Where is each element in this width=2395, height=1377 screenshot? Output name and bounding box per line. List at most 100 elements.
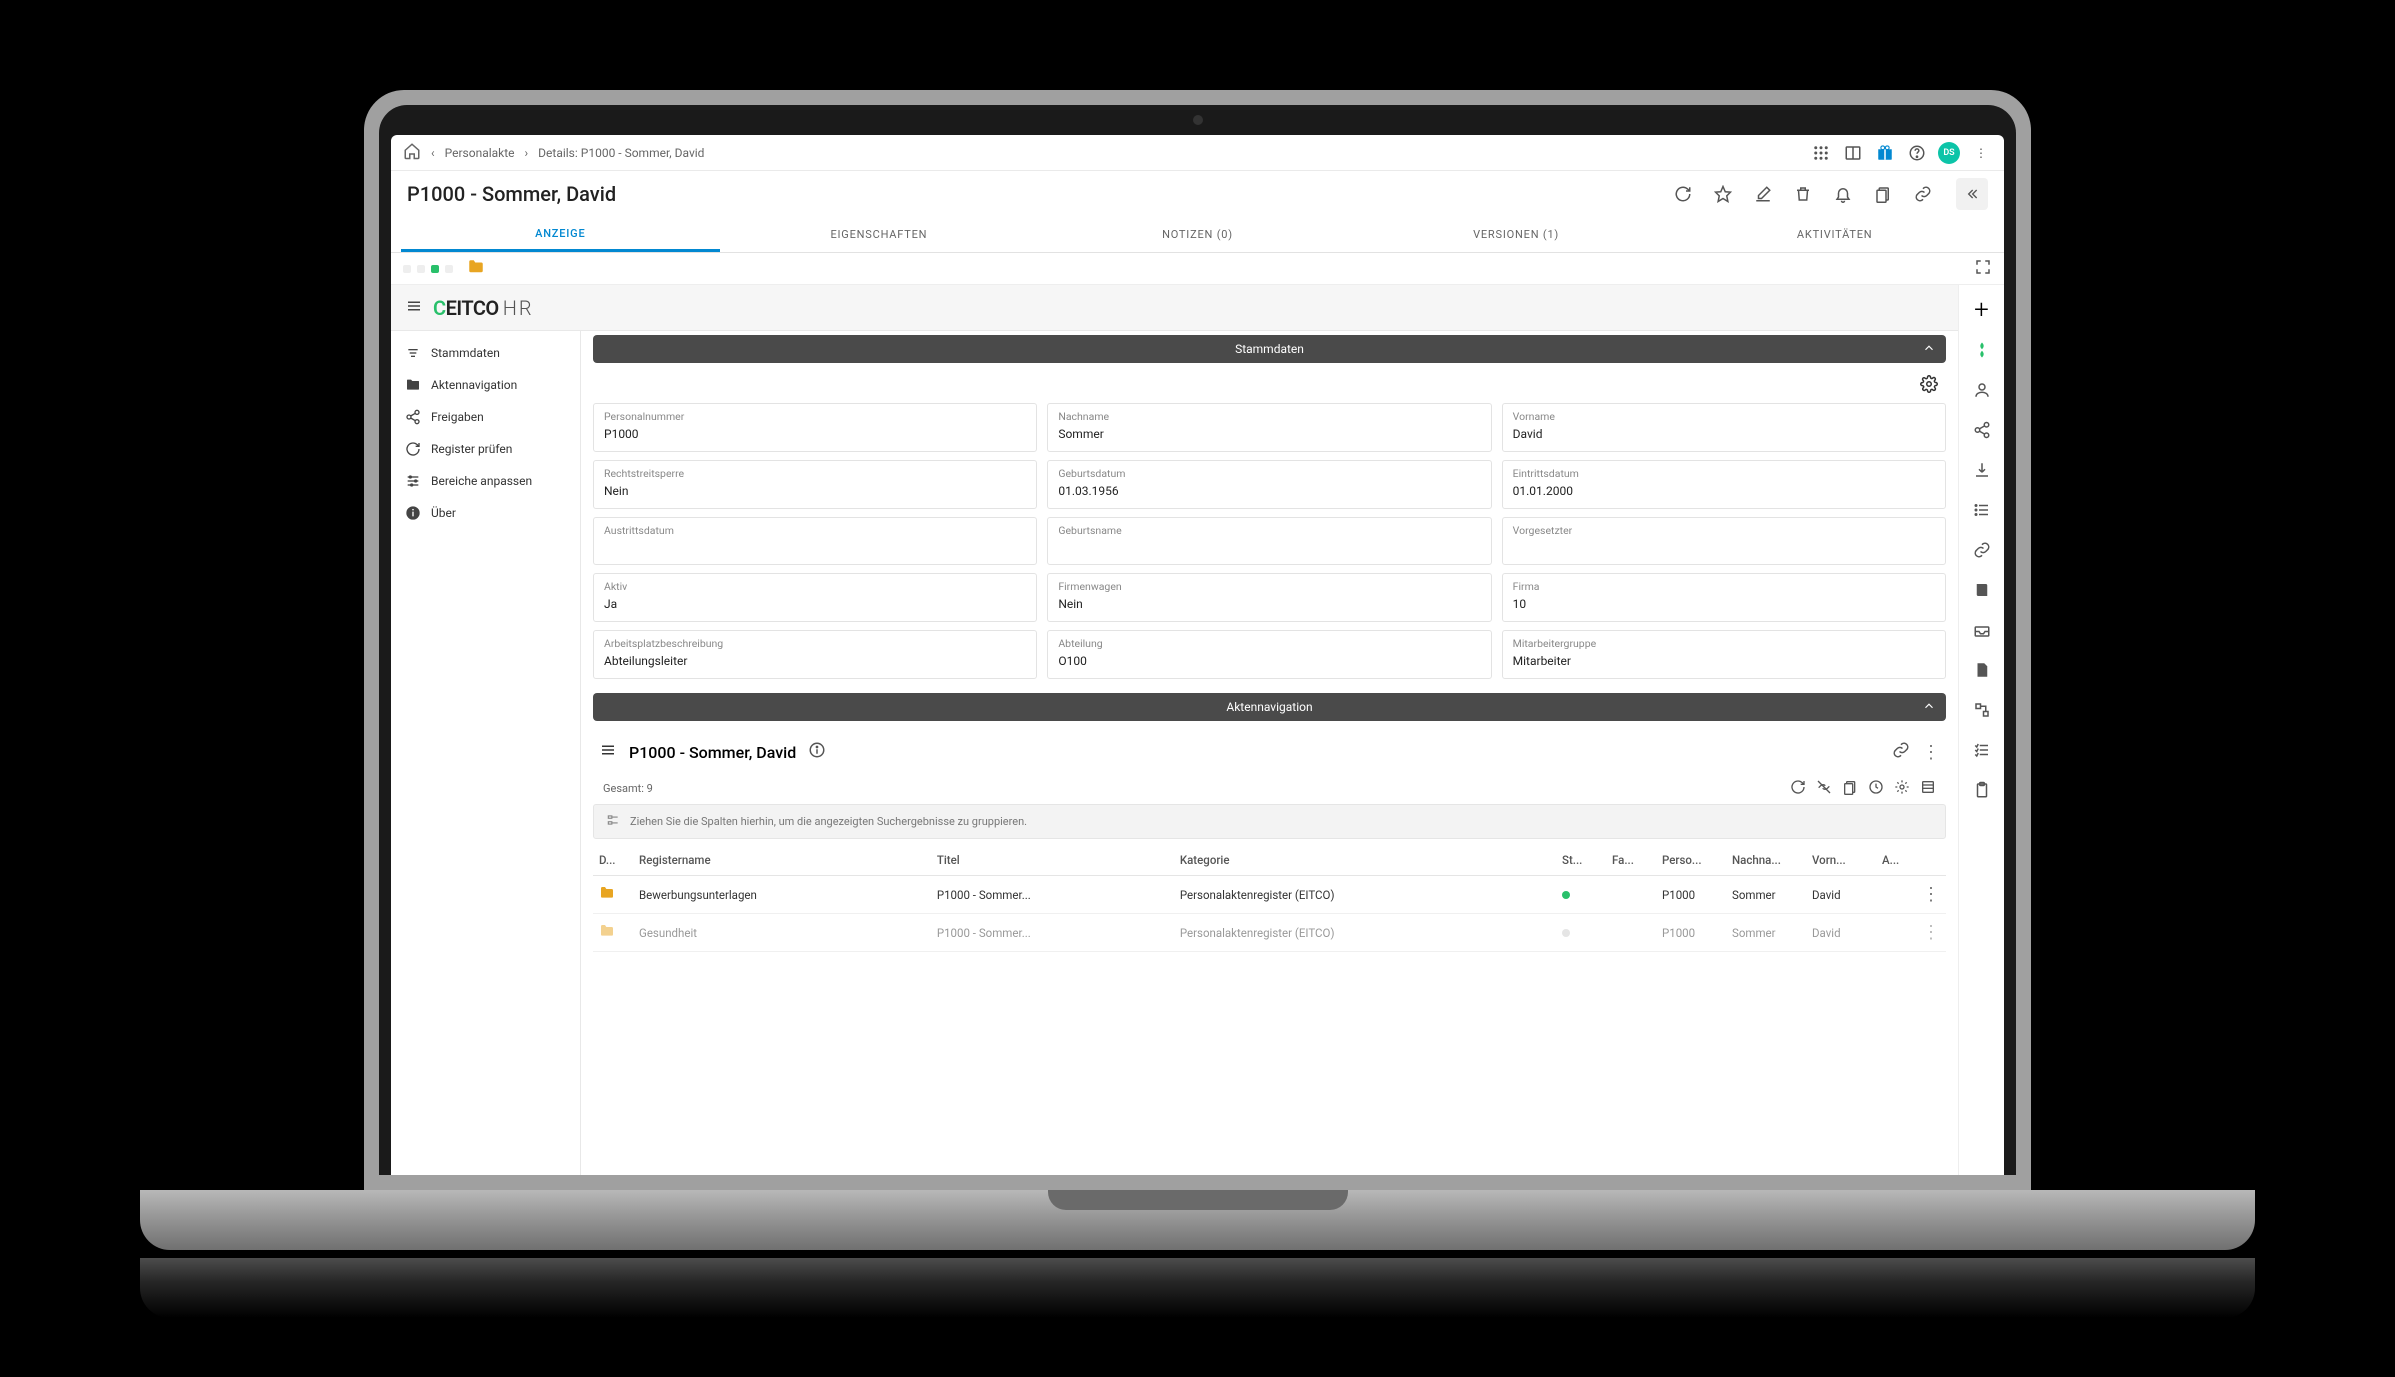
col-header[interactable]: Titel — [931, 845, 1174, 876]
status-dot — [417, 265, 425, 273]
cell-registername: Gesundheit — [633, 914, 931, 952]
chevron-up-icon — [1922, 699, 1936, 716]
breadcrumb-item-2: Details: P1000 - Sommer, David — [538, 146, 704, 160]
link-icon[interactable] — [1910, 181, 1936, 207]
user-avatar[interactable]: DS — [1938, 142, 1960, 164]
status-dot — [1562, 929, 1570, 937]
cell-vorname: David — [1806, 914, 1876, 952]
gear-icon[interactable] — [1894, 779, 1910, 798]
status-dot — [403, 265, 411, 273]
field-aktiv: AktivJa — [593, 573, 1037, 622]
workflow-icon[interactable] — [1971, 699, 1993, 721]
nav-register-pruefen[interactable]: Register prüfen — [391, 433, 580, 465]
checklist-icon[interactable] — [1971, 739, 1993, 761]
delete-icon[interactable] — [1790, 181, 1816, 207]
breadcrumb-item-1[interactable]: Personalakte — [445, 146, 515, 160]
col-header[interactable]: St... — [1556, 845, 1606, 876]
row-more-icon[interactable]: ⋮ — [1922, 922, 1940, 943]
nav-freigaben[interactable]: Freigaben — [391, 401, 580, 433]
home-icon[interactable] — [403, 142, 421, 163]
col-header[interactable]: Fa... — [1606, 845, 1656, 876]
col-header[interactable]: A... — [1876, 845, 1916, 876]
info-icon[interactable] — [808, 741, 826, 763]
field-rechtstreitsperre: RechtstreitsperreNein — [593, 460, 1037, 509]
cell-kategorie: Personalaktenregister (EITCO) — [1174, 876, 1556, 914]
nav-ueber[interactable]: Über — [391, 497, 580, 529]
edit-icon[interactable] — [1750, 181, 1776, 207]
more-icon[interactable]: ⋮ — [1970, 142, 1992, 164]
tab-aktivitaeten[interactable]: Aktivitäten — [1675, 217, 1994, 252]
gift-icon[interactable] — [1874, 142, 1896, 164]
tab-versionen[interactable]: Versionen (1) — [1357, 217, 1676, 252]
field-vorgesetzter: Vorgesetzter — [1502, 517, 1946, 565]
more-icon[interactable]: ⋮ — [1922, 742, 1940, 763]
refresh-icon[interactable] — [1790, 779, 1806, 798]
folder-icon — [599, 890, 615, 904]
clipboard-icon[interactable] — [1842, 779, 1858, 798]
tab-anzeige[interactable]: Anzeige — [401, 217, 720, 252]
hamburger-icon[interactable] — [405, 297, 423, 319]
nav-aktennavigation[interactable]: Aktennavigation — [391, 369, 580, 401]
share-icon[interactable] — [1971, 419, 1993, 441]
right-tool-rail: + — [1958, 285, 2004, 1175]
breadcrumb-separator: ‹ — [431, 146, 435, 160]
col-header[interactable]: Vorn... — [1806, 845, 1876, 876]
title-bar: P1000 - Sommer, David — [391, 171, 2004, 217]
columns-icon[interactable] — [1920, 779, 1936, 798]
col-header[interactable]: Kategorie — [1174, 845, 1556, 876]
link-icon[interactable] — [1892, 741, 1910, 763]
table-row[interactable]: Gesundheit P1000 - Sommer... Personalakt… — [593, 914, 1946, 952]
col-header[interactable]: Perso... — [1656, 845, 1726, 876]
field-firmenwagen: FirmenwagenNein — [1047, 573, 1491, 622]
refresh-icon[interactable] — [1670, 181, 1696, 207]
help-icon[interactable] — [1906, 142, 1928, 164]
group-drop-zone[interactable]: Ziehen Sie die Spalten hierhin, um die a… — [593, 804, 1946, 839]
list-icon[interactable] — [1971, 499, 1993, 521]
section-header-stammdaten[interactable]: Stammdaten — [593, 335, 1946, 363]
chevron-up-icon — [1922, 341, 1936, 358]
col-header[interactable]: Nachna... — [1726, 845, 1806, 876]
tab-notizen[interactable]: Notizen (0) — [1038, 217, 1357, 252]
nav-stammdaten[interactable]: Stammdaten — [391, 337, 580, 369]
list-icon[interactable] — [599, 741, 617, 763]
field-abteilung: AbteilungO100 — [1047, 630, 1491, 679]
cell-kategorie: Personalaktenregister (EITCO) — [1174, 914, 1556, 952]
side-navigation: Stammdaten Aktennavigation Freigaben — [391, 331, 581, 1175]
book-icon[interactable] — [1971, 579, 1993, 601]
top-breadcrumb-bar: ‹ Personalakte › Details: P1000 - Sommer… — [391, 135, 2004, 171]
cell-nachname: Sommer — [1726, 876, 1806, 914]
gear-icon[interactable] — [1920, 375, 1938, 397]
section-header-aktennavigation[interactable]: Aktennavigation — [593, 693, 1946, 721]
document-icon[interactable] — [1971, 659, 1993, 681]
col-header[interactable]: D... — [593, 845, 633, 876]
total-count: Gesamt: 9 — [603, 782, 653, 795]
aktennav-subheader: P1000 - Sommer, David ⋮ — [593, 731, 1946, 773]
tab-eigenschaften[interactable]: Eigenschaften — [720, 217, 1039, 252]
app-icon[interactable] — [1971, 339, 1993, 361]
add-icon[interactable]: + — [1971, 299, 1993, 321]
unlink-icon[interactable] — [1816, 779, 1832, 798]
nav-label: Bereiche anpassen — [431, 474, 532, 488]
table-row[interactable]: Bewerbungsunterlagen P1000 - Sommer... P… — [593, 876, 1946, 914]
clipboard-icon[interactable] — [1870, 181, 1896, 207]
field-arbeitsplatzbeschreibung: ArbeitsplatzbeschreibungAbteilungsleiter — [593, 630, 1037, 679]
expand-sidebar-button[interactable] — [1956, 178, 1988, 210]
status-strip — [391, 253, 2004, 285]
row-more-icon[interactable]: ⋮ — [1922, 884, 1940, 905]
inbox-icon[interactable] — [1971, 619, 1993, 641]
clipboard-icon[interactable] — [1971, 779, 1993, 801]
link-icon[interactable] — [1971, 539, 1993, 561]
star-icon[interactable] — [1710, 181, 1736, 207]
panel-layout-icon[interactable] — [1842, 142, 1864, 164]
bell-icon[interactable] — [1830, 181, 1856, 207]
apps-grid-icon[interactable] — [1810, 142, 1832, 164]
nav-label: Stammdaten — [431, 346, 500, 360]
history-icon[interactable] — [1868, 779, 1884, 798]
download-icon[interactable] — [1971, 459, 1993, 481]
status-dot — [1562, 891, 1570, 899]
person-icon[interactable] — [1971, 379, 1993, 401]
nav-bereiche-anpassen[interactable]: Bereiche anpassen — [391, 465, 580, 497]
field-geburtsdatum: Geburtsdatum01.03.1956 — [1047, 460, 1491, 509]
col-header[interactable]: Registername — [633, 845, 931, 876]
fullscreen-icon[interactable] — [1974, 258, 1992, 280]
